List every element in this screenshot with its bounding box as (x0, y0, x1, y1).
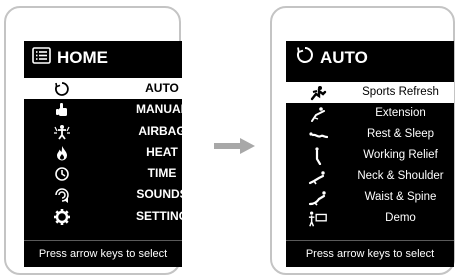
program-item-working-relief[interactable]: Working Relief (286, 145, 454, 166)
menu-item-label: SOUNDS (136, 187, 182, 201)
flame-icon (52, 143, 72, 163)
device-frame-auto: AUTO Sports Refresh Extension Rest & Sle… (270, 6, 455, 275)
extension-icon (308, 104, 328, 124)
menu-item-label: SETTING (135, 209, 182, 223)
menu-item-airbag[interactable]: AIRBAG (24, 121, 182, 142)
gear-icon (52, 207, 72, 227)
program-item-label: Extension (375, 107, 426, 119)
rest-sleep-icon (308, 125, 328, 145)
menu-item-manual[interactable]: MANUAL (24, 99, 182, 120)
menu-item-label: MANUAL (136, 102, 182, 116)
menu-item-label: HEAT (146, 145, 178, 159)
airbag-person-icon (52, 122, 72, 142)
menu-item-label: AIRBAG (138, 124, 182, 138)
menu-item-label: TIME (147, 166, 177, 180)
hint-text: Press arrow keys to select (286, 240, 454, 267)
menu-item-setting[interactable]: SETTING (24, 206, 182, 227)
menu-item-auto[interactable]: AUTO (24, 78, 182, 99)
hint-text: Press arrow keys to select (24, 240, 182, 267)
program-item-demo[interactable]: Demo (286, 208, 454, 229)
auto-cycle-icon (52, 79, 72, 99)
menu-item-label: AUTO (145, 81, 179, 95)
program-item-waist-spine[interactable]: Waist & Spine (286, 187, 454, 208)
program-item-label: Neck & Shoulder (357, 170, 444, 182)
device-frame-home: HOME AUTO MANUAL AIRBAG (4, 6, 182, 275)
menu-item-heat[interactable]: HEAT (24, 142, 182, 163)
program-item-label: Waist & Spine (364, 191, 437, 203)
program-item-label: Sports Refresh (362, 86, 439, 98)
home-screen: HOME AUTO MANUAL AIRBAG (24, 41, 182, 267)
program-item-rest-sleep[interactable]: Rest & Sleep (286, 124, 454, 145)
program-item-extension[interactable]: Extension (286, 103, 454, 124)
working-relief-icon (308, 146, 328, 166)
auto-title-bar: AUTO (286, 41, 454, 74)
sound-icon (52, 185, 72, 205)
home-title-bar: HOME (24, 41, 182, 74)
auto-cycle-icon (296, 46, 314, 69)
auto-screen: AUTO Sports Refresh Extension Rest & Sle… (286, 41, 454, 267)
program-item-label: Demo (385, 212, 416, 224)
list-icon (32, 46, 51, 69)
menu-item-time[interactable]: TIME (24, 163, 182, 184)
program-item-label: Working Relief (363, 149, 438, 161)
program-item-neck-shoulder[interactable]: Neck & Shoulder (286, 166, 454, 187)
sports-refresh-icon (308, 83, 328, 103)
demo-icon (308, 209, 328, 229)
page-title: HOME (57, 47, 108, 67)
hand-icon (52, 100, 72, 120)
arrow-right-icon (214, 136, 256, 161)
program-item-label: Rest & Sleep (366, 128, 435, 140)
program-item-sports-refresh[interactable]: Sports Refresh (286, 82, 454, 103)
page-title: AUTO (320, 47, 368, 67)
menu-item-sounds[interactable]: SOUNDS (24, 184, 182, 205)
neck-shoulder-icon (308, 167, 328, 187)
waist-spine-icon (308, 188, 328, 208)
clock-icon (52, 164, 72, 184)
